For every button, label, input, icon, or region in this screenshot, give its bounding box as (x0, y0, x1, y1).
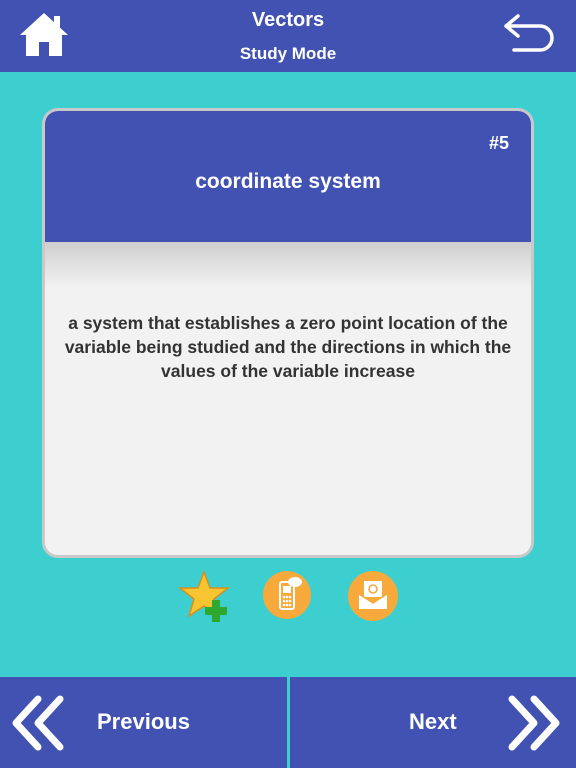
page-title: Vectors (251, 9, 325, 31)
return-arrow-icon (504, 14, 554, 52)
share-email-button[interactable] (347, 570, 398, 621)
flashcard-body: #5 coordinate system a system that estab… (45, 111, 531, 555)
add-favorite-button[interactable] (177, 569, 231, 622)
sms-phone-icon (263, 571, 311, 619)
card-number: #5 (488, 133, 509, 153)
share-sms-button[interactable] (262, 570, 312, 620)
page-subtitle: Study Mode (239, 44, 337, 63)
double-chevron-right-icon (508, 695, 560, 751)
previous-button[interactable]: Previous (0, 677, 287, 768)
card-divider-shadow (45, 242, 531, 288)
navigation-footer: Previous Next (0, 677, 576, 768)
previous-label: Previous (97, 709, 190, 734)
star-add-icon (177, 569, 231, 622)
flashcard[interactable]: #5 coordinate system a system that estab… (42, 108, 534, 558)
card-definition: a system that establishes a zero point l… (64, 313, 512, 381)
email-envelope-icon (348, 571, 398, 621)
card-actions (0, 568, 576, 626)
flashcard-header: #5 coordinate system (45, 111, 531, 242)
back-button[interactable] (500, 8, 558, 56)
double-chevron-left-icon (12, 695, 64, 751)
next-label: Next (409, 709, 457, 734)
card-term: coordinate system (195, 170, 381, 193)
next-button[interactable]: Next (290, 677, 576, 768)
app-header: Vectors Study Mode (0, 0, 576, 72)
